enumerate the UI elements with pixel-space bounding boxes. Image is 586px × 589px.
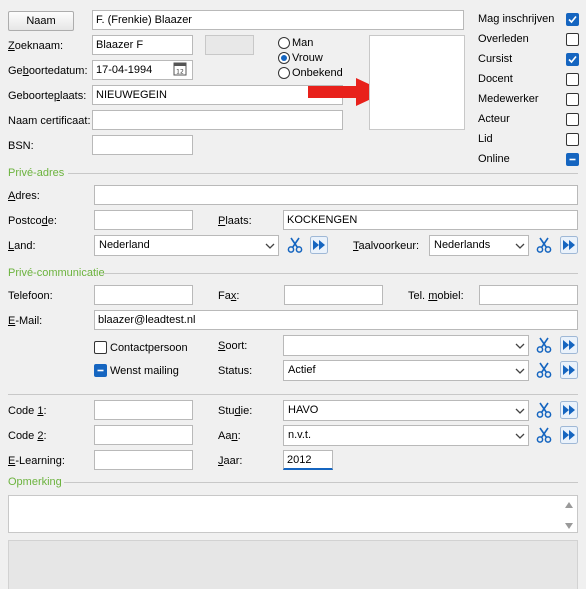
jaar-label: Jaar: [218,455,243,467]
zoeknaam-label: Zoeknaam: [8,40,64,52]
flag-checkbox-mag-inschrijven[interactable] [566,13,579,26]
status-select[interactable]: Actief [283,360,529,381]
gender-label-vrouw: Vrouw [292,52,323,64]
mobiel-label: Tel. mobiel: [408,290,464,302]
gender-radio-onbekend[interactable] [278,67,290,79]
code2-input[interactable] [94,425,193,445]
fast-forward-icon[interactable] [310,236,328,254]
divider [68,173,578,174]
fax-input[interactable] [284,285,383,305]
email-input[interactable]: blaazer@leadtest.nl [94,310,578,330]
flag-label-online: Online [478,153,510,165]
divider [8,394,578,395]
telefoon-input[interactable] [94,285,193,305]
gender-label-man: Man [292,37,314,49]
scissors-icon[interactable] [535,426,553,444]
fast-forward-icon[interactable] [560,361,578,379]
elearning-label: E-Learning: [8,455,65,467]
flag-label-docent: Docent [478,73,513,85]
naam-certificaat-input[interactable] [92,110,343,130]
scroll-up-icon[interactable] [564,500,574,508]
scissors-icon[interactable] [535,236,553,254]
contactpersoon-checkbox[interactable] [94,341,107,354]
elearning-input[interactable] [94,450,193,470]
zoeknaam-input[interactable]: Blaazer F [92,35,193,55]
flag-checkbox-docent[interactable] [566,73,579,86]
bsn-input[interactable] [92,135,193,155]
flag-label-medewerker: Medewerker [478,93,539,105]
scissors-icon[interactable] [286,236,304,254]
naam-certificaat-label: Naam certificaat: [8,115,91,127]
wenst-mailing-checkbox[interactable] [94,364,107,377]
scroll-down-icon[interactable] [564,521,574,529]
bsn-label: BSN: [8,140,34,152]
gender-radio-man[interactable] [278,37,290,49]
naam-input[interactable]: F. (Frenkie) Blaazer [92,10,464,30]
flag-label-overleden: Overleden [478,33,529,45]
fast-forward-icon[interactable] [560,426,578,444]
flag-checkbox-medewerker[interactable] [566,93,579,106]
fast-forward-icon[interactable] [560,236,578,254]
geboorteplaats-label: Geboorteplaats: [8,90,87,102]
email-label: E-Mail: [8,315,43,327]
flag-label-acteur: Acteur [478,113,510,125]
flag-checkbox-online[interactable] [566,153,579,166]
scissors-icon[interactable] [535,361,553,379]
divider [103,273,578,274]
flag-checkbox-overleden[interactable] [566,33,579,46]
studie-select[interactable]: HAVO [283,400,529,421]
mobiel-input[interactable] [479,285,578,305]
postcode-input[interactable] [94,210,193,230]
fast-forward-icon[interactable] [560,336,578,354]
gender-radio-vrouw[interactable] [278,52,290,64]
plaats-label: Plaats: [218,215,252,227]
wenst-mailing-label: Wenst mailing [110,365,179,377]
code2-label: Code 2: [8,430,47,442]
geboortedatum-label: Geboortedatum: [8,65,88,77]
studie-label: Studie: [218,405,253,417]
taalvoorkeur-label: Taalvoorkeur: [353,240,420,252]
code1-label: Code 1: [8,405,47,417]
photo-box[interactable] [369,35,465,130]
fax-label: Fax: [218,290,240,302]
flag-label-mag-inschrijven: Mag inschrijven [478,13,555,25]
flag-checkbox-lid[interactable] [566,133,579,146]
bottom-panel [8,540,578,589]
contactpersoon-label: Contactpersoon [110,342,188,354]
soort-select[interactable] [283,335,529,356]
soort-label: Soort: [218,340,248,352]
land-label: Land: [8,240,36,252]
plaats-input[interactable]: KOCKENGEN [283,210,578,230]
flag-checkbox-acteur[interactable] [566,113,579,126]
geboorteplaats-input[interactable]: NIEUWEGEIN [92,85,343,105]
flag-label-cursist: Cursist [478,53,513,65]
section-prive-adres: Privé-adres [8,167,65,179]
naam-button[interactable]: Naam [8,11,74,31]
zoeknaam-extra-box [205,35,254,55]
taalvoorkeur-select[interactable]: Nederlands [429,235,529,256]
scissors-icon[interactable] [535,401,553,419]
telefoon-label: Telefoon: [8,290,53,302]
section-prive-communicatie: Privé-communicatie [8,267,105,279]
opmerking-textarea[interactable] [8,495,578,533]
jaar-input[interactable]: 2012 [283,450,333,470]
postcode-label: Postcode: [8,215,57,227]
aan-label: Aan: [218,430,241,442]
flag-checkbox-cursist[interactable] [566,53,579,66]
land-select[interactable]: Nederland [94,235,279,256]
aan-select[interactable]: n.v.t. [283,425,529,446]
flag-label-lid: Lid [478,133,493,145]
calendar-icon[interactable]: 12 [173,61,187,76]
code1-input[interactable] [94,400,193,420]
svg-text:12: 12 [176,69,184,76]
adres-label: Adres: [8,190,40,202]
adres-input[interactable] [94,185,578,205]
section-opmerking: Opmerking [8,476,62,488]
scissors-icon[interactable] [535,336,553,354]
fast-forward-icon[interactable] [560,401,578,419]
divider [64,482,578,483]
status-label: Status: [218,365,253,377]
